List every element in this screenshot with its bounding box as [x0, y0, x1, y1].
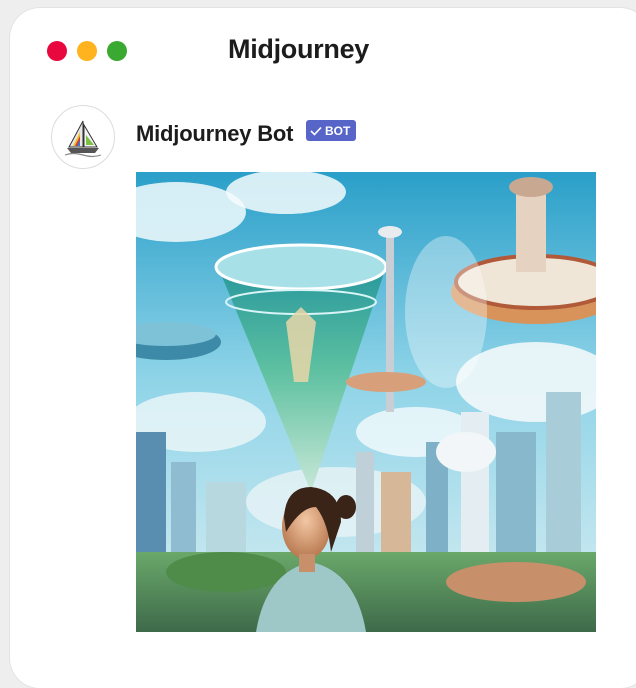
minimize-button[interactable] [77, 41, 97, 61]
author-name[interactable]: Midjourney Bot [136, 121, 294, 147]
generated-image[interactable] [136, 172, 596, 632]
app-window: Midjourney Midjourney Bot BOT [10, 8, 636, 688]
avatar[interactable] [51, 105, 115, 169]
sailboat-logo-icon [64, 120, 102, 158]
bot-badge-label: BOT [325, 123, 351, 138]
window-controls [47, 41, 127, 61]
close-button[interactable] [47, 41, 67, 61]
bot-badge: BOT [306, 120, 357, 141]
maximize-button[interactable] [107, 41, 127, 61]
checkmark-icon [310, 126, 322, 136]
window-title: Midjourney [228, 34, 370, 64]
